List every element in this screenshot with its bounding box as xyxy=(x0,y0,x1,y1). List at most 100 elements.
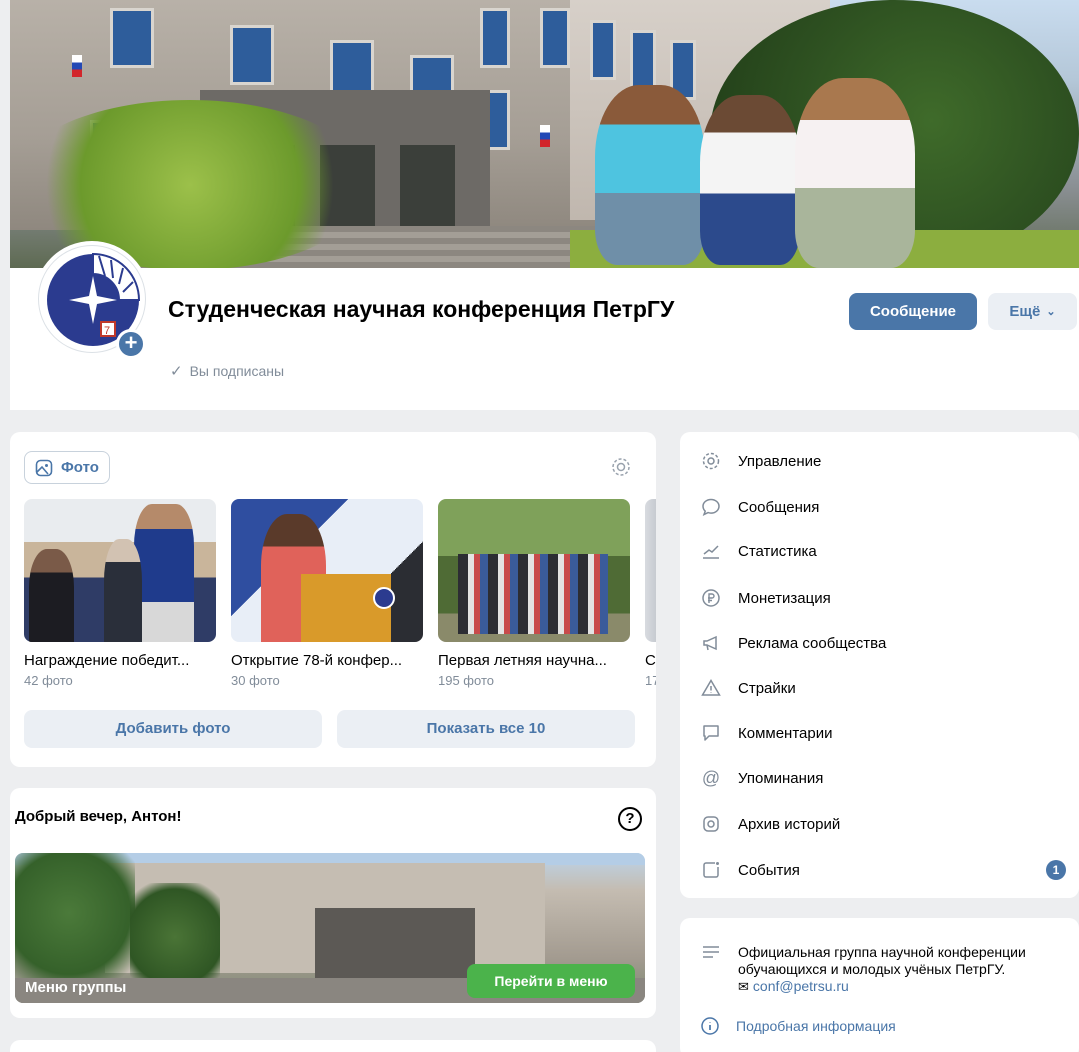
cover-window xyxy=(480,8,510,68)
events-icon xyxy=(700,859,722,881)
svg-text:7: 7 xyxy=(104,325,110,337)
cover-door xyxy=(400,145,455,230)
album-card[interactable]: Первая летняя научна... 195 фото xyxy=(438,499,630,688)
menu-item-label: Реклама сообщества xyxy=(738,634,887,652)
album-card[interactable]: Награждение победит... 42 фото xyxy=(24,499,216,688)
chart-icon xyxy=(700,540,722,562)
admin-menu: Управление Сообщения Статистика Монетиза… xyxy=(680,432,1079,898)
logo-emblem xyxy=(373,587,395,609)
cover-tree xyxy=(10,100,370,268)
album-thumbnail[interactable] xyxy=(438,499,630,642)
menu-item-label: Упоминания xyxy=(738,769,824,787)
chat-bubble-icon xyxy=(700,496,722,518)
show-all-photos-button[interactable]: Показать все 10 xyxy=(337,710,635,748)
group-info: Официальная группа научной конференции о… xyxy=(680,918,1079,1052)
photos-block: Фото Награждение победит... 42 фото Откр… xyxy=(10,432,656,767)
menu-item-statistics[interactable]: Статистика xyxy=(700,536,1070,566)
menu-item-messages[interactable]: Сообщения xyxy=(700,492,1070,522)
menu-item-story-archive[interactable]: Архив историй xyxy=(700,809,1070,839)
email-row: ✉ conf@petrsu.ru xyxy=(738,978,1078,995)
album-title: С xyxy=(645,652,656,669)
gear-icon[interactable] xyxy=(610,456,632,478)
group-menu-banner[interactable]: Меню группы Перейти в меню xyxy=(15,853,645,1003)
cover-student xyxy=(700,95,800,265)
cover-student xyxy=(595,85,705,265)
cover-window xyxy=(110,8,154,68)
menu-item-strikes[interactable]: Страйки xyxy=(700,673,1070,703)
menu-item-comments[interactable]: Комментарии xyxy=(700,718,1070,748)
more-label: Ещё xyxy=(1009,303,1041,320)
menu-item-label: Комментарии xyxy=(738,724,833,742)
message-button[interactable]: Сообщение xyxy=(849,293,977,330)
email-link[interactable]: conf@petrsu.ru xyxy=(753,978,849,995)
ruble-icon xyxy=(700,587,722,609)
album-thumbnail[interactable] xyxy=(645,499,656,642)
tab-photos[interactable]: Фото xyxy=(24,451,110,484)
group-title: Студенческая научная конференция ПетрГУ xyxy=(168,296,675,322)
more-button[interactable]: Ещё ⌄ xyxy=(988,293,1077,330)
photo-person xyxy=(134,504,194,642)
album-card[interactable]: Открытие 78-й конфер... 30 фото xyxy=(231,499,423,688)
add-photo-button[interactable]: Добавить фото xyxy=(24,710,322,748)
tab-photos-label: Фото xyxy=(61,459,99,476)
album-count: 42 фото xyxy=(24,673,73,688)
menu-item-ads[interactable]: Реклама сообщества xyxy=(700,628,1070,658)
cover-window xyxy=(230,25,274,85)
photo-person xyxy=(104,539,142,642)
album-count: 17 xyxy=(645,673,656,688)
flag-decoration xyxy=(72,55,82,77)
menu-item-mentions[interactable]: @ Упоминания xyxy=(700,763,1070,793)
chevron-down-icon: ⌄ xyxy=(1046,306,1056,318)
details-link[interactable]: Подробная информация xyxy=(700,1016,896,1036)
album-title: Первая летняя научна... xyxy=(438,652,607,669)
album-thumbnail[interactable] xyxy=(231,499,423,642)
help-icon[interactable]: ? xyxy=(618,807,642,831)
info-icon xyxy=(701,1017,719,1035)
menu-item-manage[interactable]: Управление xyxy=(700,446,1070,476)
next-block xyxy=(10,1040,656,1052)
cover-window xyxy=(630,30,656,90)
photo-podium xyxy=(301,574,391,642)
description-row: Официальная группа научной конференции о… xyxy=(700,944,1078,995)
banner-entrance xyxy=(315,908,475,978)
text-lines-icon xyxy=(700,944,722,995)
group-description: Официальная группа научной конференции о… xyxy=(738,944,1078,995)
menu-item-label: Монетизация xyxy=(738,589,831,607)
menu-item-monetization[interactable]: Монетизация xyxy=(700,583,1070,613)
photo-icon xyxy=(35,459,53,476)
subscription-status[interactable]: ✓ Вы подписаны xyxy=(170,362,284,380)
comment-icon xyxy=(700,722,722,744)
photo-group xyxy=(458,554,608,634)
menu-item-label: Архив историй xyxy=(738,815,841,833)
album-thumbnail[interactable] xyxy=(24,499,216,642)
cover-image xyxy=(10,0,1079,268)
cover-student xyxy=(795,78,915,268)
menu-item-label: Управление xyxy=(738,452,822,470)
album-title: Открытие 78-й конфер... xyxy=(231,652,403,669)
go-to-menu-button[interactable]: Перейти в меню xyxy=(467,964,635,998)
album-count: 195 фото xyxy=(438,673,494,688)
greeting-title: Добрый вечер, Антон! xyxy=(15,808,182,825)
gear-icon xyxy=(700,450,722,472)
avatar-add-button[interactable]: + xyxy=(116,329,146,359)
megaphone-icon xyxy=(700,632,722,654)
details-label: Подробная информация xyxy=(736,1018,896,1034)
album-title: Награждение победит... xyxy=(24,652,190,669)
cover-window xyxy=(590,20,616,80)
greeting-block: Добрый вечер, Антон! ? Меню группы Перей… xyxy=(10,788,656,1018)
mail-icon: ✉ xyxy=(738,979,749,994)
description-text: Официальная группа научной конференции о… xyxy=(738,944,1026,977)
menu-item-label: Страйки xyxy=(738,679,796,697)
subscribed-label: Вы подписаны xyxy=(189,363,285,379)
flag-decoration xyxy=(540,125,550,147)
menu-item-label: Статистика xyxy=(738,542,817,560)
album-count: 30 фото xyxy=(231,673,280,688)
album-card[interactable]: С 17 xyxy=(645,499,656,688)
menu-item-events[interactable]: События 1 xyxy=(700,855,1070,885)
menu-item-label: События xyxy=(738,861,800,879)
menu-item-label: Сообщения xyxy=(738,498,820,516)
checkmark-icon: ✓ xyxy=(170,363,183,380)
menu-label: Меню группы xyxy=(25,979,127,996)
photo-person xyxy=(29,549,74,642)
group-header: 7 + Студенческая научная конференция Пет… xyxy=(10,0,1079,410)
